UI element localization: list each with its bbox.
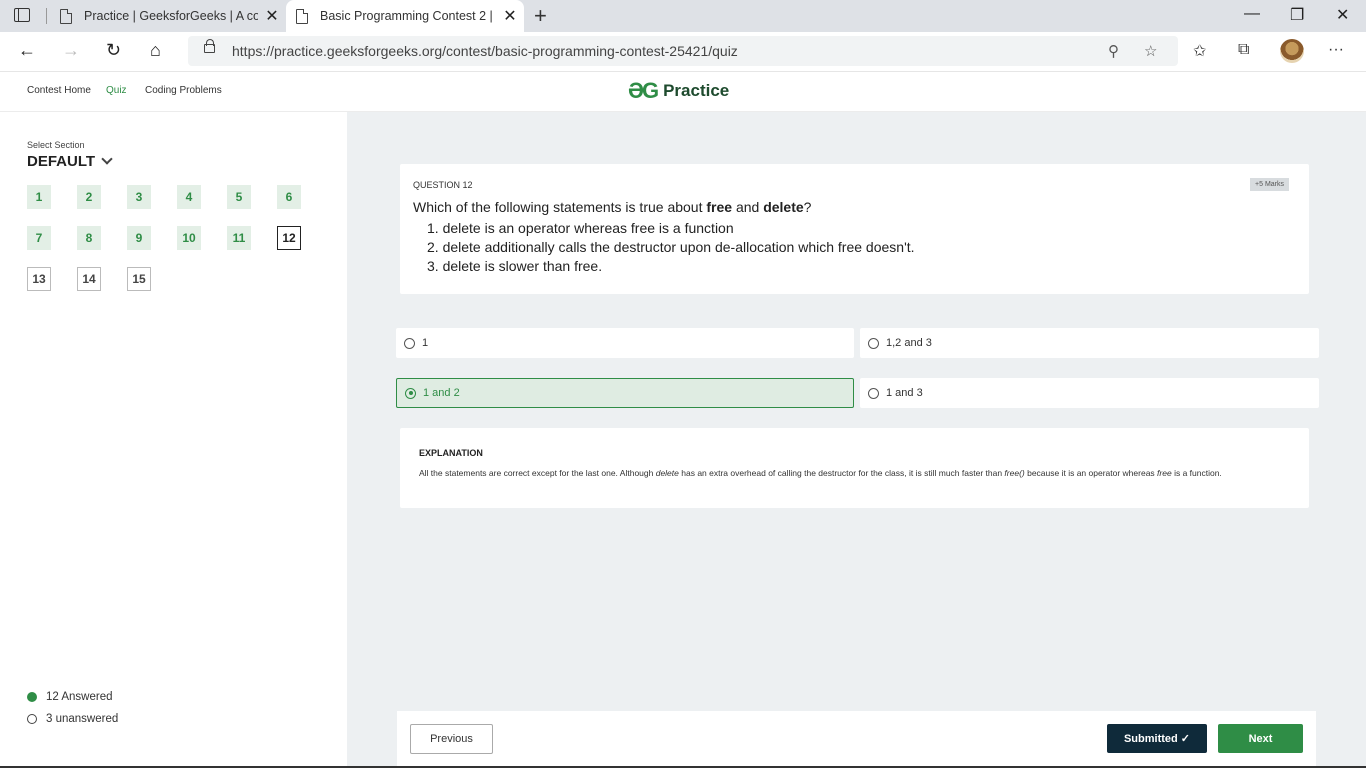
question-nav-13[interactable]: 13 [27, 267, 51, 291]
question-nav-15[interactable]: 15 [127, 267, 151, 291]
option-label: 1 and 3 [886, 387, 923, 399]
option-1[interactable]: 1 [396, 328, 854, 358]
previous-button[interactable]: Previous [410, 724, 493, 754]
site-header: Contest Home Quiz Coding Problems ƏG Pra… [0, 72, 1366, 112]
question-nav-7[interactable]: 7 [27, 226, 51, 250]
home-icon[interactable]: ⌂ [150, 40, 161, 61]
restore-icon[interactable]: ❐ [1290, 5, 1304, 25]
explanation-title: EXPLANATION [419, 448, 483, 458]
answered-dot-icon [27, 692, 37, 702]
main-content: QUESTION 12 +5 Marks Which of the follow… [347, 112, 1366, 768]
tab-actions-icon[interactable] [14, 8, 30, 22]
brand-text: Practice [663, 81, 730, 100]
section-label: Select Section [27, 140, 85, 150]
legend-answered: 12 Answered [27, 691, 113, 703]
question-text: Which of the following statements is tru… [413, 199, 812, 215]
question-nav-11[interactable]: 11 [227, 226, 251, 250]
statement-item: 1. delete is an operator whereas free is… [427, 220, 734, 236]
minimize-icon[interactable]: — [1244, 5, 1260, 23]
page-icon [296, 8, 308, 24]
lock-icon[interactable] [204, 39, 215, 53]
question-nav-2[interactable]: 2 [77, 185, 101, 209]
chevron-down-icon[interactable] [101, 153, 113, 165]
question-nav-4[interactable]: 4 [177, 185, 201, 209]
option-label: 1 [422, 337, 429, 349]
nav-contest-home[interactable]: Contest Home [27, 85, 91, 96]
question-nav-5[interactable]: 5 [227, 185, 251, 209]
question-nav-8[interactable]: 8 [77, 226, 101, 250]
legend-answered-label: 12 Answered [46, 691, 113, 703]
new-tab-icon[interactable]: + [534, 3, 547, 29]
question-nav-10[interactable]: 10 [177, 226, 201, 250]
tab-close-icon[interactable]: ✕ [496, 6, 524, 26]
explanation-card: EXPLANATION All the statements are corre… [400, 428, 1309, 508]
zoom-icon[interactable]: ⚲ [1108, 42, 1119, 60]
question-nav-12[interactable]: 12 [277, 226, 301, 250]
tab-separator [46, 8, 47, 24]
marks-badge: +5 Marks [1250, 178, 1289, 191]
question-statements: 1. delete is an operator whereas free is… [427, 219, 915, 276]
question-nav-1[interactable]: 1 [27, 185, 51, 209]
window-close-icon[interactable]: ✕ [1336, 5, 1349, 25]
url-field[interactable]: https://practice.geeksforgeeks.org/conte… [188, 36, 1178, 66]
tab-close-icon[interactable]: ✕ [258, 6, 286, 26]
url-text: https://practice.geeksforgeeks.org/conte… [232, 43, 738, 59]
add-favorite-icon[interactable]: ☆ [1144, 42, 1157, 60]
question-sidebar: Select Section DEFAULT 1 2 3 4 5 6 7 8 9 10 11 12 13… [0, 112, 347, 768]
option-3[interactable]: 1 and 2 [396, 378, 854, 408]
option-label: 1,2 and 3 [886, 337, 932, 349]
favorites-icon[interactable]: ✩ [1193, 41, 1206, 61]
option-2[interactable]: 1,2 and 3 [860, 328, 1319, 358]
question-nav-14[interactable]: 14 [77, 267, 101, 291]
submitted-button[interactable]: Submitted ✓ [1107, 724, 1207, 753]
browser-tab-bar: Practice | GeeksforGeeks | A com ✕ Basic… [0, 0, 1366, 32]
browser-tab-contest[interactable]: Basic Programming Contest 2 | P ✕ [286, 0, 524, 32]
profile-avatar[interactable] [1280, 39, 1304, 63]
page-icon [60, 8, 72, 24]
statement-item: 3. delete is slower than free. [427, 258, 603, 274]
nav-quiz[interactable]: Quiz [106, 85, 127, 96]
unanswered-dot-icon [27, 714, 37, 724]
question-card: QUESTION 12 +5 Marks Which of the follow… [400, 164, 1309, 294]
option-label: 1 and 2 [423, 387, 460, 399]
radio-icon[interactable] [404, 337, 415, 349]
back-icon[interactable]: ← [18, 40, 36, 61]
gfg-logo-icon: ƏG [628, 78, 659, 103]
forward-icon[interactable]: → [62, 40, 80, 61]
browser-address-bar: ← → ↻ ⌂ https://practice.geeksforgeeks.o… [0, 32, 1366, 72]
radio-icon[interactable] [868, 337, 879, 349]
collections-icon[interactable]: ⧉ [1238, 41, 1249, 59]
radio-icon[interactable] [868, 387, 879, 399]
question-nav-3[interactable]: 3 [127, 185, 151, 209]
reload-icon[interactable]: ↻ [106, 40, 121, 61]
radio-selected-icon[interactable] [405, 387, 416, 399]
tab-title: Practice | GeeksforGeeks | A com [84, 9, 258, 23]
next-button[interactable]: Next [1218, 724, 1303, 753]
legend-unanswered: 3 unanswered [27, 713, 118, 725]
more-icon[interactable]: ··· [1328, 41, 1344, 59]
question-number: QUESTION 12 [413, 180, 473, 190]
tab-title: Basic Programming Contest 2 | P [320, 9, 496, 23]
question-nav-9[interactable]: 9 [127, 226, 151, 250]
quiz-footer: Previous Submitted ✓ Next [397, 711, 1316, 768]
statement-item: 2. delete additionally calls the destruc… [427, 239, 915, 255]
explanation-text: All the statements are correct except fo… [419, 468, 1222, 478]
option-4[interactable]: 1 and 3 [860, 378, 1319, 408]
section-select[interactable]: DEFAULT [27, 153, 95, 170]
brand-logo[interactable]: ƏG Practice [628, 78, 729, 104]
browser-tab-practice[interactable]: Practice | GeeksforGeeks | A com ✕ [50, 0, 286, 32]
nav-coding-problems[interactable]: Coding Problems [145, 85, 222, 96]
legend-unanswered-label: 3 unanswered [46, 713, 119, 725]
question-nav-6[interactable]: 6 [277, 185, 301, 209]
